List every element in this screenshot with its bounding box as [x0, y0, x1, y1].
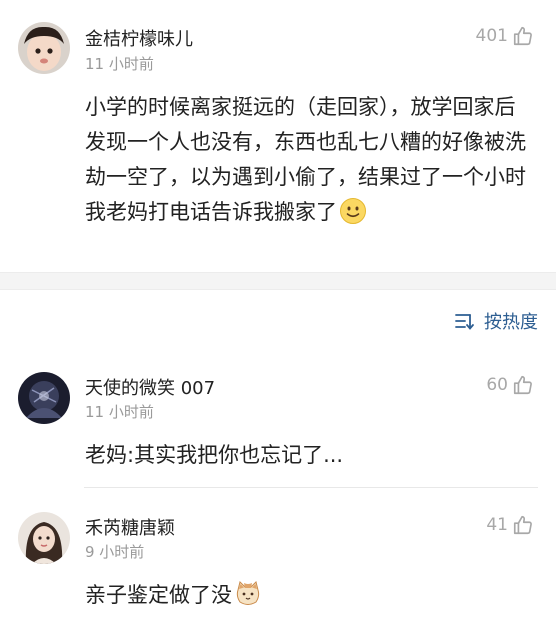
avatar[interactable] — [18, 512, 70, 564]
cat-emoji — [234, 580, 262, 608]
like-count: 401 — [475, 26, 508, 46]
smile-emoji — [339, 197, 367, 225]
thumbs-up-icon — [513, 515, 532, 535]
like-count: 41 — [486, 515, 508, 535]
sort-label: 按热度 — [484, 312, 538, 333]
username[interactable]: 禾芮糖唐颖 — [85, 514, 175, 540]
sort-icon — [455, 314, 474, 330]
username[interactable]: 天使的微笑 007 — [85, 374, 215, 400]
section-divider — [0, 272, 556, 290]
comment-text: 亲子鉴定做了没 — [85, 578, 535, 613]
comment-text: 老妈:其实我把你也忘记了... — [85, 443, 344, 467]
like-count: 60 — [486, 375, 508, 395]
like-button[interactable]: 60 — [486, 371, 534, 399]
thumbs-up-icon — [513, 26, 532, 46]
sort-button[interactable]: 按热度 — [454, 308, 538, 334]
timestamp: 11 小时前 — [85, 403, 154, 421]
comment-text: 小学的时候离家挺远的（走回家），放学回家后发现一个人也没有，东西也乱七八糟的好像… — [85, 90, 535, 230]
avatar[interactable] — [18, 372, 70, 424]
timestamp: 9 小时前 — [85, 543, 145, 561]
comment-text-content: 小学的时候离家挺远的（走回家），放学回家后发现一个人也没有，东西也乱七八糟的好像… — [85, 95, 526, 224]
comment-divider — [84, 487, 538, 488]
like-button[interactable]: 401 — [476, 22, 534, 50]
comment-text-content: 亲子鉴定做了没 — [85, 583, 232, 607]
timestamp: 11 小时前 — [85, 55, 154, 73]
like-button[interactable]: 41 — [486, 511, 534, 539]
username[interactable]: 金桔柠檬味儿 — [85, 25, 193, 51]
avatar[interactable] — [18, 22, 70, 74]
thumbs-up-icon — [513, 375, 532, 395]
